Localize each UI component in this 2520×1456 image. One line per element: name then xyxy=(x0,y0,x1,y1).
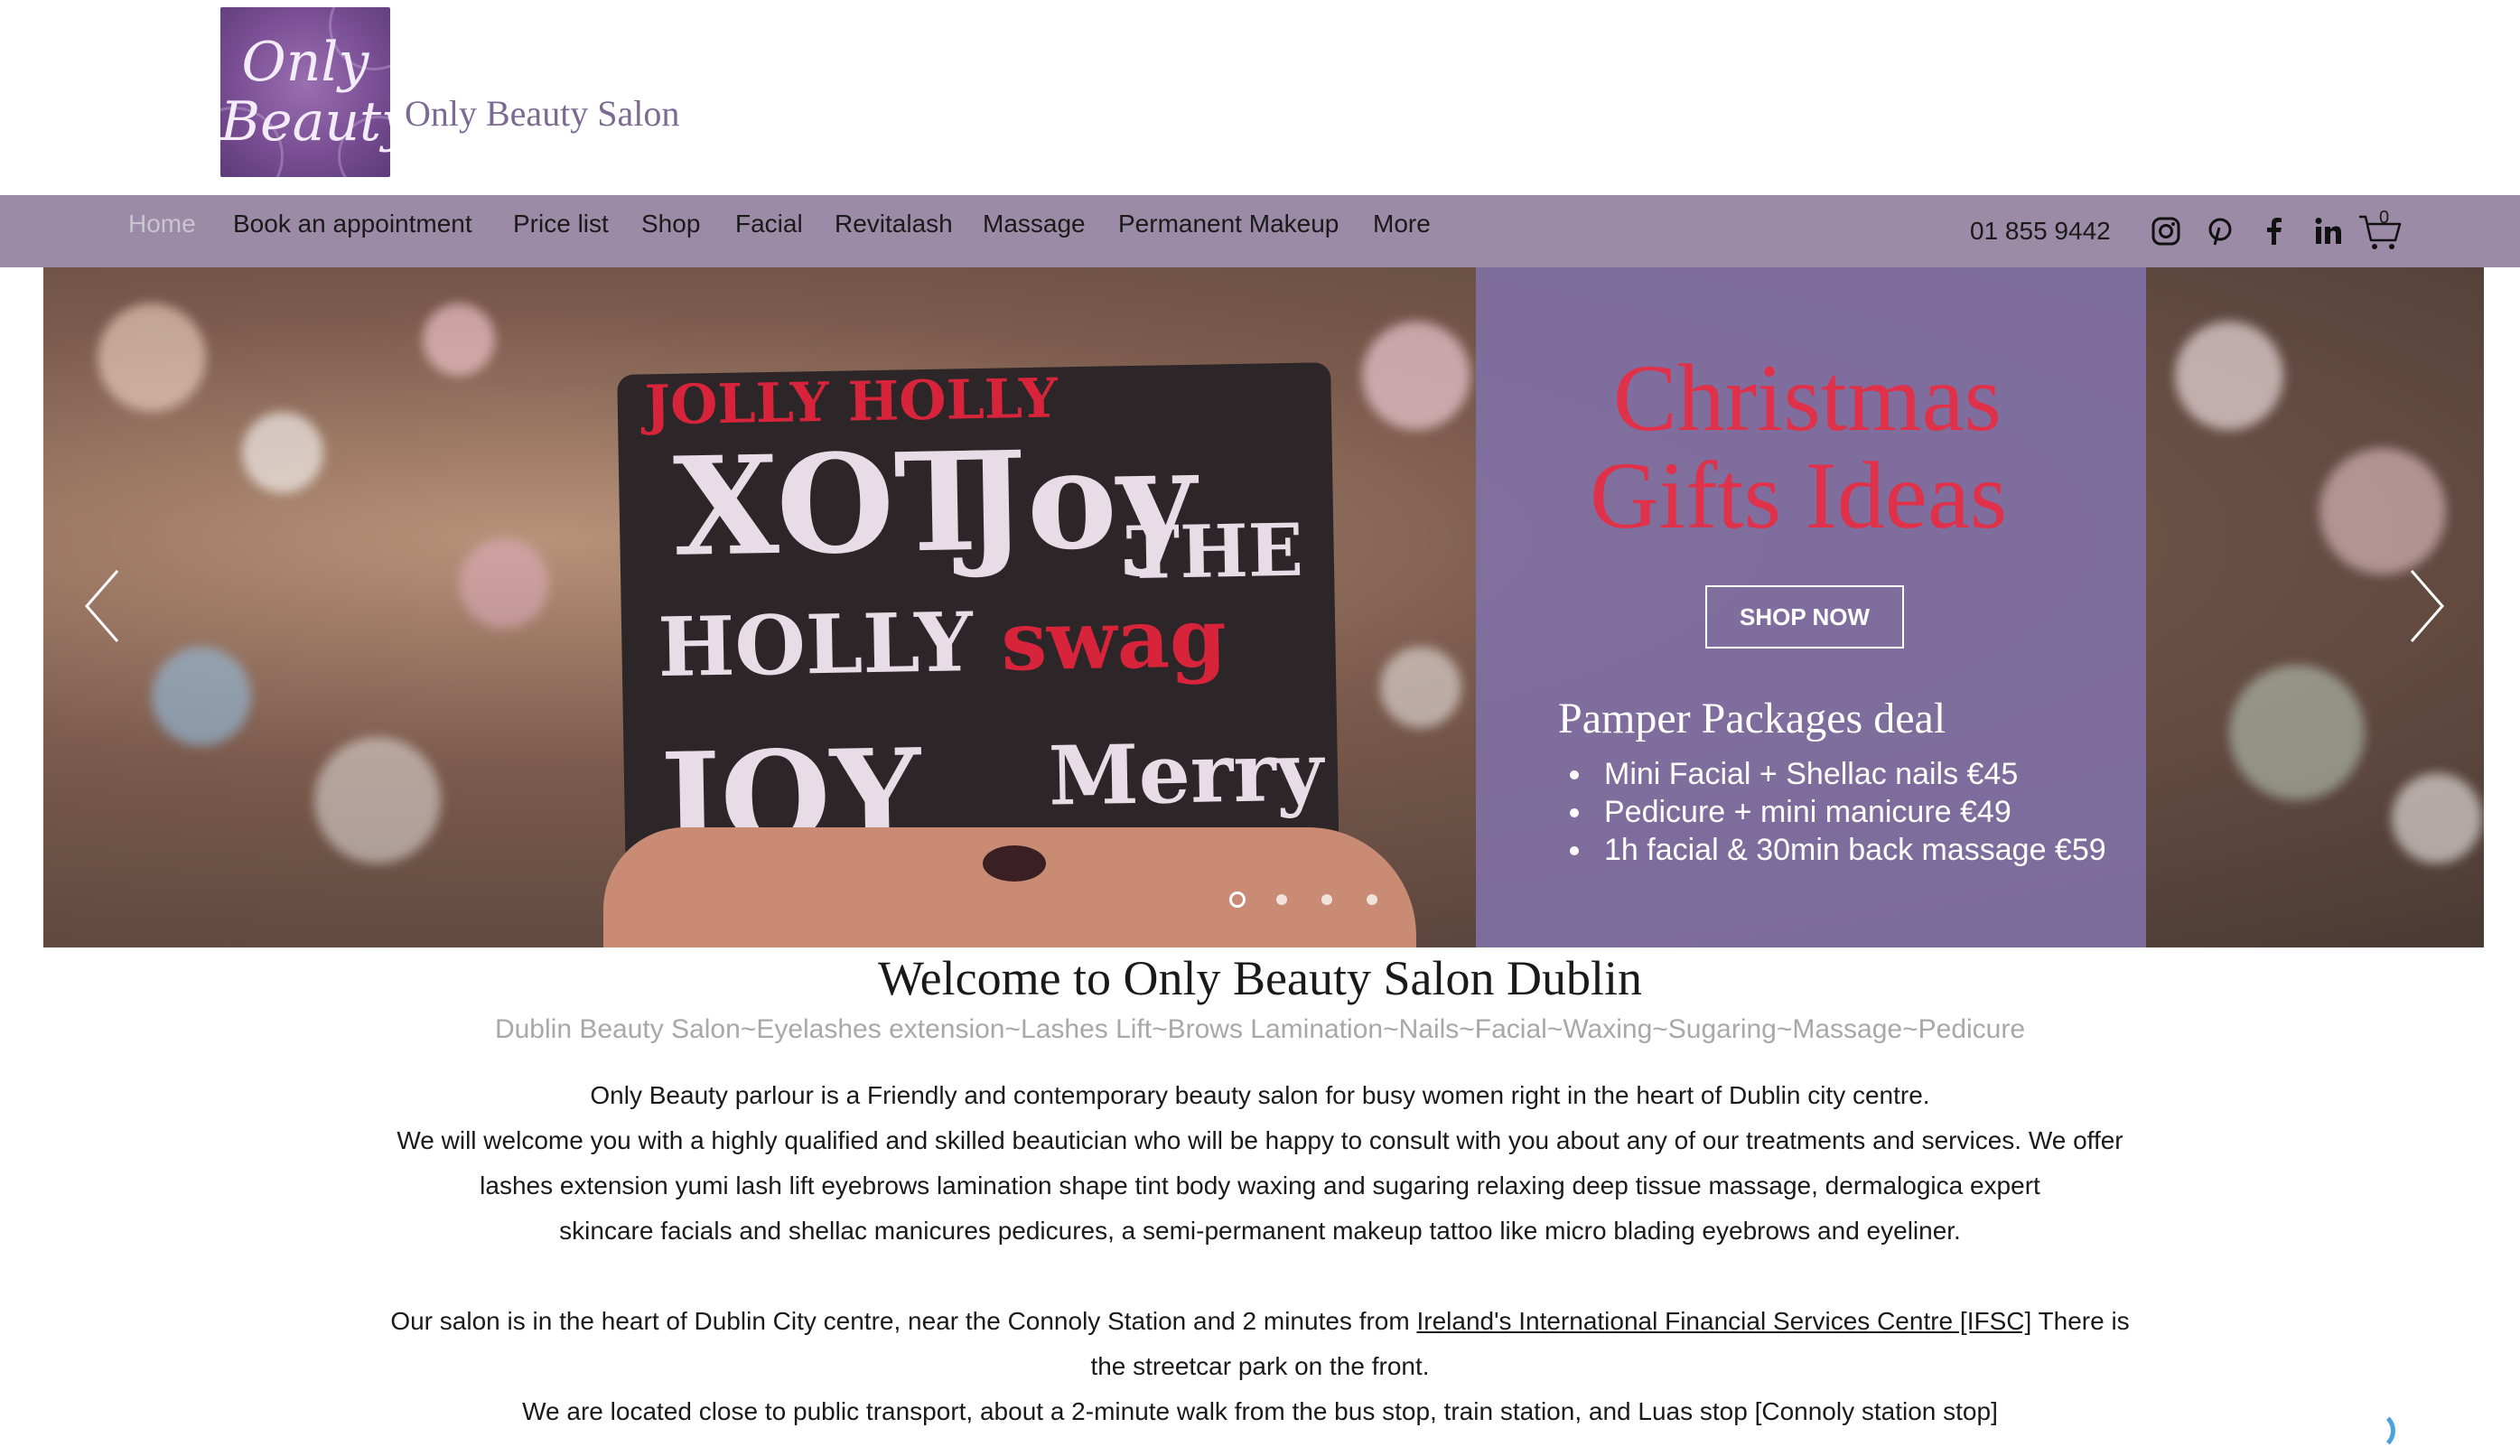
shop-now-button[interactable]: SHOP NOW xyxy=(1705,585,1904,649)
hero-slideshow: XOT Joy HOLLY swag THE JOY Merry JOLLY H… xyxy=(43,267,2484,947)
nav-item-price-list[interactable]: Price list xyxy=(513,210,609,238)
slide-dot[interactable] xyxy=(1321,894,1332,905)
slide-dot[interactable] xyxy=(1276,894,1287,905)
pamper-item: Mini Facial + Shellac nails €45 xyxy=(1564,755,2106,793)
phone-number[interactable]: 01 855 9442 xyxy=(1970,217,2111,246)
pinterest-icon[interactable] xyxy=(2204,215,2236,247)
nav-item-book-appointment[interactable]: Book an appointment xyxy=(233,210,472,238)
nav-item-more[interactable]: More xyxy=(1373,210,1431,238)
location-text: Our salon is in the heart of Dublin City… xyxy=(390,1307,1417,1335)
linkedin-icon[interactable] xyxy=(2312,215,2345,247)
transport-line: We are located close to public transport… xyxy=(522,1397,1998,1425)
location-paragraph: Our salon is in the heart of Dublin City… xyxy=(379,1299,2141,1434)
nav-item-facial[interactable]: Facial xyxy=(735,210,803,238)
nav-item-home[interactable]: Home xyxy=(128,210,196,238)
gift-box-image: XOT Joy HOLLY swag THE JOY Merry JOLLY H… xyxy=(617,362,1339,881)
slide-indicators xyxy=(1182,891,1390,909)
intro-line: lashes extension yumi lash lift eyebrows… xyxy=(480,1171,2040,1199)
site-title[interactable]: Only Beauty Salon xyxy=(405,92,679,135)
cart-count: 0 xyxy=(2379,208,2390,228)
pamper-list: Mini Facial + Shellac nails €45 Pedicure… xyxy=(1564,755,2106,869)
welcome-heading: Welcome to Only Beauty Salon Dublin xyxy=(877,951,1643,1005)
location-line: Our salon is in the heart of Dublin City… xyxy=(379,1299,2141,1344)
nail-decoration xyxy=(983,845,1046,882)
intro-paragraph: Only Beauty parlour is a Friendly and co… xyxy=(379,1073,2141,1254)
slide-dot[interactable] xyxy=(1367,894,1377,905)
nav-item-massage[interactable]: Massage xyxy=(983,210,1086,238)
intro-line: We will welcome you with a highly qualif… xyxy=(397,1126,2123,1154)
promo-title-line2: Gifts Ideas xyxy=(1590,443,2008,548)
promo-title-line1: Christmas xyxy=(1613,345,2002,451)
pamper-title: Pamper Packages deal xyxy=(1558,695,1946,742)
main-navbar: Home Book an appointment Price list Shop… xyxy=(0,195,2520,267)
nav-item-revitalash[interactable]: Revitalash xyxy=(835,210,953,238)
salon-logo[interactable]: Only Beauty xyxy=(220,7,390,177)
location-line: the streetcar park on the front. xyxy=(1090,1352,1430,1380)
prev-slide-arrow-icon[interactable] xyxy=(79,565,125,647)
logo-text-line1: Only xyxy=(241,31,369,94)
nav-item-permanent-makeup[interactable]: Permanent Makeup xyxy=(1118,210,1339,238)
intro-line: Only Beauty parlour is a Friendly and co… xyxy=(590,1081,1930,1109)
loading-spinner-icon xyxy=(2356,1411,2395,1451)
nav-item-shop[interactable]: Shop xyxy=(641,210,700,238)
services-tagline: Dublin Beauty Salon~Eyelashes extension~… xyxy=(494,1014,2026,1044)
pamper-item: Pedicure + mini manicure €49 xyxy=(1564,793,2106,831)
slide-dot[interactable] xyxy=(1229,891,1246,908)
facebook-icon[interactable] xyxy=(2258,215,2291,247)
intro-line: skincare facials and shellac manicures p… xyxy=(559,1217,1961,1245)
location-text: There is xyxy=(2031,1307,2130,1335)
instagram-icon[interactable] xyxy=(2150,215,2182,247)
pamper-item: 1h facial & 30min back massage €59 xyxy=(1564,831,2106,869)
next-slide-arrow-icon[interactable] xyxy=(2404,565,2450,647)
ifsc-link[interactable]: Ireland's International Financial Servic… xyxy=(1416,1307,2031,1335)
logo-text-line2: Beauty xyxy=(220,90,390,154)
